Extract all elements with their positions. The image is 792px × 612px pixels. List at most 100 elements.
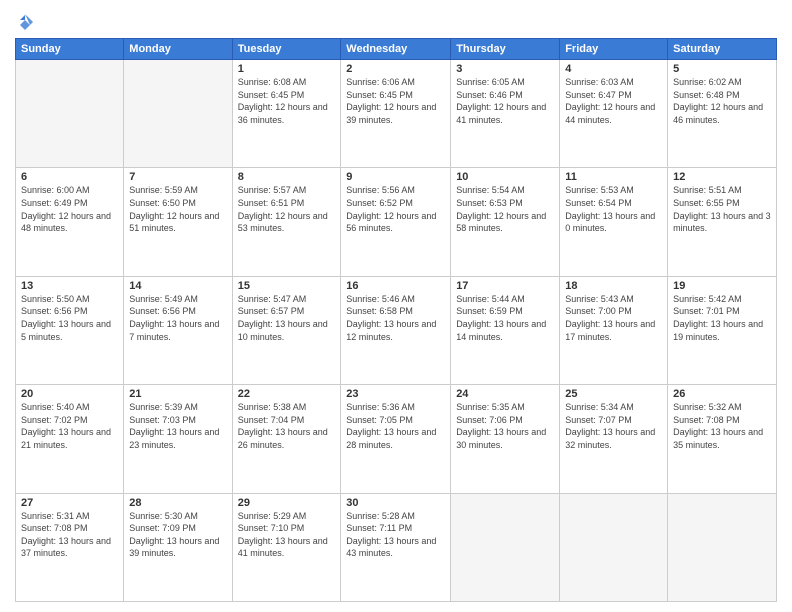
calendar-cell: 16Sunrise: 5:46 AMSunset: 6:58 PMDayligh… (341, 276, 451, 384)
day-info: Sunrise: 5:56 AMSunset: 6:52 PMDaylight:… (346, 184, 445, 234)
calendar-cell: 25Sunrise: 5:34 AMSunset: 7:07 PMDayligh… (560, 385, 668, 493)
day-number: 29 (238, 497, 336, 509)
day-number: 26 (673, 388, 771, 400)
day-number: 17 (456, 280, 554, 292)
day-number: 11 (565, 171, 662, 183)
day-info: Sunrise: 6:00 AMSunset: 6:49 PMDaylight:… (21, 184, 118, 234)
day-number: 15 (238, 280, 336, 292)
calendar-cell: 18Sunrise: 5:43 AMSunset: 7:00 PMDayligh… (560, 276, 668, 384)
calendar-cell: 23Sunrise: 5:36 AMSunset: 7:05 PMDayligh… (341, 385, 451, 493)
logo-icon (15, 12, 35, 32)
day-number: 25 (565, 388, 662, 400)
calendar-header-tuesday: Tuesday (232, 39, 341, 60)
calendar-cell (16, 60, 124, 168)
day-number: 16 (346, 280, 445, 292)
day-info: Sunrise: 5:49 AMSunset: 6:56 PMDaylight:… (129, 293, 226, 343)
calendar-cell: 10Sunrise: 5:54 AMSunset: 6:53 PMDayligh… (451, 168, 560, 276)
calendar-week-row: 13Sunrise: 5:50 AMSunset: 6:56 PMDayligh… (16, 276, 777, 384)
calendar-cell (451, 493, 560, 601)
day-number: 2 (346, 63, 445, 75)
day-info: Sunrise: 5:40 AMSunset: 7:02 PMDaylight:… (21, 401, 118, 451)
day-info: Sunrise: 5:53 AMSunset: 6:54 PMDaylight:… (565, 184, 662, 234)
page: SundayMondayTuesdayWednesdayThursdayFrid… (0, 0, 792, 612)
day-number: 21 (129, 388, 226, 400)
calendar-cell: 26Sunrise: 5:32 AMSunset: 7:08 PMDayligh… (668, 385, 777, 493)
calendar-cell: 12Sunrise: 5:51 AMSunset: 6:55 PMDayligh… (668, 168, 777, 276)
header (15, 10, 777, 32)
calendar-cell: 2Sunrise: 6:06 AMSunset: 6:45 PMDaylight… (341, 60, 451, 168)
day-info: Sunrise: 5:38 AMSunset: 7:04 PMDaylight:… (238, 401, 336, 451)
calendar-header-saturday: Saturday (668, 39, 777, 60)
day-info: Sunrise: 5:35 AMSunset: 7:06 PMDaylight:… (456, 401, 554, 451)
calendar-cell: 8Sunrise: 5:57 AMSunset: 6:51 PMDaylight… (232, 168, 341, 276)
calendar-cell (668, 493, 777, 601)
calendar-cell: 17Sunrise: 5:44 AMSunset: 6:59 PMDayligh… (451, 276, 560, 384)
calendar-week-row: 27Sunrise: 5:31 AMSunset: 7:08 PMDayligh… (16, 493, 777, 601)
day-number: 23 (346, 388, 445, 400)
calendar-cell: 14Sunrise: 5:49 AMSunset: 6:56 PMDayligh… (124, 276, 232, 384)
day-number: 24 (456, 388, 554, 400)
day-info: Sunrise: 5:43 AMSunset: 7:00 PMDaylight:… (565, 293, 662, 343)
calendar-cell: 27Sunrise: 5:31 AMSunset: 7:08 PMDayligh… (16, 493, 124, 601)
day-number: 13 (21, 280, 118, 292)
day-info: Sunrise: 5:28 AMSunset: 7:11 PMDaylight:… (346, 510, 445, 560)
calendar-cell: 3Sunrise: 6:05 AMSunset: 6:46 PMDaylight… (451, 60, 560, 168)
day-info: Sunrise: 5:36 AMSunset: 7:05 PMDaylight:… (346, 401, 445, 451)
day-number: 12 (673, 171, 771, 183)
day-info: Sunrise: 6:05 AMSunset: 6:46 PMDaylight:… (456, 76, 554, 126)
calendar-week-row: 20Sunrise: 5:40 AMSunset: 7:02 PMDayligh… (16, 385, 777, 493)
day-number: 19 (673, 280, 771, 292)
calendar-header-sunday: Sunday (16, 39, 124, 60)
calendar-cell: 21Sunrise: 5:39 AMSunset: 7:03 PMDayligh… (124, 385, 232, 493)
day-info: Sunrise: 5:34 AMSunset: 7:07 PMDaylight:… (565, 401, 662, 451)
day-info: Sunrise: 5:54 AMSunset: 6:53 PMDaylight:… (456, 184, 554, 234)
calendar-cell: 20Sunrise: 5:40 AMSunset: 7:02 PMDayligh… (16, 385, 124, 493)
day-number: 20 (21, 388, 118, 400)
day-info: Sunrise: 6:03 AMSunset: 6:47 PMDaylight:… (565, 76, 662, 126)
day-info: Sunrise: 5:42 AMSunset: 7:01 PMDaylight:… (673, 293, 771, 343)
calendar-cell: 28Sunrise: 5:30 AMSunset: 7:09 PMDayligh… (124, 493, 232, 601)
day-number: 4 (565, 63, 662, 75)
day-number: 27 (21, 497, 118, 509)
day-number: 1 (238, 63, 336, 75)
day-info: Sunrise: 6:06 AMSunset: 6:45 PMDaylight:… (346, 76, 445, 126)
calendar-header-row: SundayMondayTuesdayWednesdayThursdayFrid… (16, 39, 777, 60)
day-number: 28 (129, 497, 226, 509)
calendar-cell: 1Sunrise: 6:08 AMSunset: 6:45 PMDaylight… (232, 60, 341, 168)
calendar-cell (124, 60, 232, 168)
day-number: 3 (456, 63, 554, 75)
calendar-cell: 6Sunrise: 6:00 AMSunset: 6:49 PMDaylight… (16, 168, 124, 276)
day-info: Sunrise: 5:57 AMSunset: 6:51 PMDaylight:… (238, 184, 336, 234)
logo (15, 10, 37, 32)
calendar-week-row: 1Sunrise: 6:08 AMSunset: 6:45 PMDaylight… (16, 60, 777, 168)
day-info: Sunrise: 5:50 AMSunset: 6:56 PMDaylight:… (21, 293, 118, 343)
calendar-cell: 22Sunrise: 5:38 AMSunset: 7:04 PMDayligh… (232, 385, 341, 493)
day-number: 14 (129, 280, 226, 292)
day-info: Sunrise: 6:02 AMSunset: 6:48 PMDaylight:… (673, 76, 771, 126)
calendar-week-row: 6Sunrise: 6:00 AMSunset: 6:49 PMDaylight… (16, 168, 777, 276)
day-info: Sunrise: 5:47 AMSunset: 6:57 PMDaylight:… (238, 293, 336, 343)
calendar-cell: 9Sunrise: 5:56 AMSunset: 6:52 PMDaylight… (341, 168, 451, 276)
calendar-cell: 29Sunrise: 5:29 AMSunset: 7:10 PMDayligh… (232, 493, 341, 601)
day-number: 30 (346, 497, 445, 509)
day-number: 7 (129, 171, 226, 183)
day-info: Sunrise: 5:51 AMSunset: 6:55 PMDaylight:… (673, 184, 771, 234)
day-number: 8 (238, 171, 336, 183)
calendar-cell: 13Sunrise: 5:50 AMSunset: 6:56 PMDayligh… (16, 276, 124, 384)
day-info: Sunrise: 5:30 AMSunset: 7:09 PMDaylight:… (129, 510, 226, 560)
calendar-cell: 30Sunrise: 5:28 AMSunset: 7:11 PMDayligh… (341, 493, 451, 601)
calendar-header-friday: Friday (560, 39, 668, 60)
calendar-header-wednesday: Wednesday (341, 39, 451, 60)
calendar-cell: 15Sunrise: 5:47 AMSunset: 6:57 PMDayligh… (232, 276, 341, 384)
day-number: 22 (238, 388, 336, 400)
calendar-cell: 5Sunrise: 6:02 AMSunset: 6:48 PMDaylight… (668, 60, 777, 168)
calendar-cell (560, 493, 668, 601)
day-info: Sunrise: 5:59 AMSunset: 6:50 PMDaylight:… (129, 184, 226, 234)
day-info: Sunrise: 5:31 AMSunset: 7:08 PMDaylight:… (21, 510, 118, 560)
day-number: 10 (456, 171, 554, 183)
calendar-cell: 24Sunrise: 5:35 AMSunset: 7:06 PMDayligh… (451, 385, 560, 493)
day-info: Sunrise: 5:44 AMSunset: 6:59 PMDaylight:… (456, 293, 554, 343)
day-number: 9 (346, 171, 445, 183)
calendar-table: SundayMondayTuesdayWednesdayThursdayFrid… (15, 38, 777, 602)
day-info: Sunrise: 6:08 AMSunset: 6:45 PMDaylight:… (238, 76, 336, 126)
